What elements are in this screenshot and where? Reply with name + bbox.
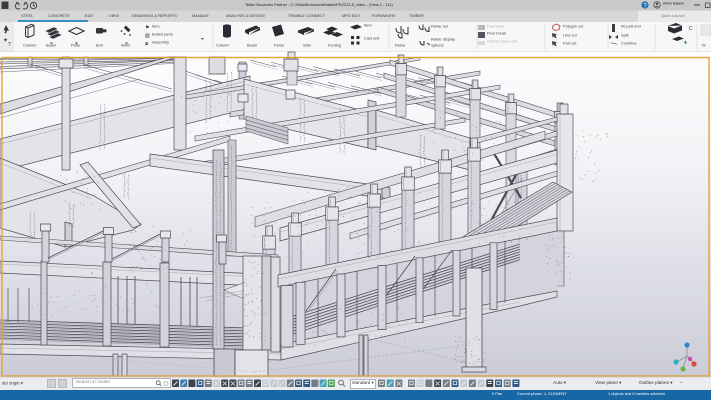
svg-text:C: C bbox=[689, 26, 693, 32]
svg-text:▧: ▧ bbox=[145, 33, 150, 39]
svg-text:⚑: ⚑ bbox=[145, 25, 149, 31]
svg-text:?: ? bbox=[8, 42, 11, 48]
svg-text:⧈: ⧈ bbox=[145, 41, 148, 47]
